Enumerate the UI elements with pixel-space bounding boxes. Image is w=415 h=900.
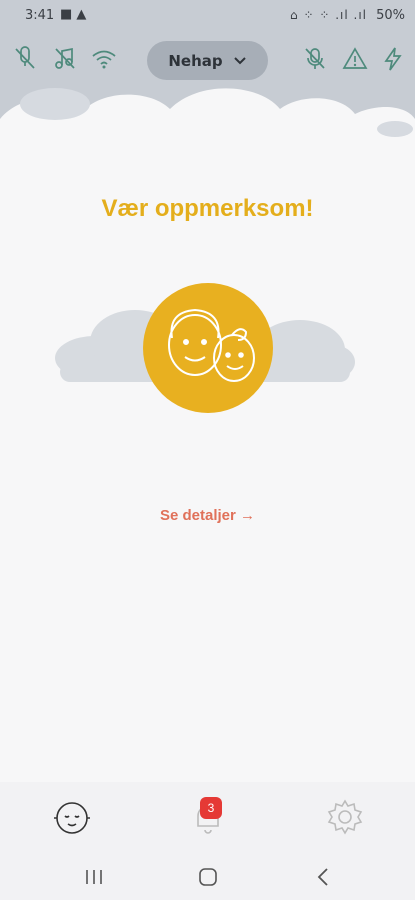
device-selector-label: Nehap	[168, 51, 223, 70]
lightning-icon[interactable]	[380, 46, 406, 72]
system-navigation-bar	[0, 854, 415, 900]
see-details-link[interactable]: Se detaljer →	[0, 507, 415, 524]
baby-face-icon[interactable]	[50, 796, 94, 840]
microphone-off-icon[interactable]	[12, 46, 38, 72]
home-icon[interactable]	[196, 866, 220, 888]
status-time: 3:41	[25, 8, 55, 23]
music-note-off-icon[interactable]	[52, 46, 78, 72]
status-right-icons: ⌂ ⁘ ⁘ .ıl .ıl	[290, 8, 367, 22]
warning-icon[interactable]	[342, 46, 368, 72]
wifi-icon[interactable]	[91, 46, 117, 72]
hero-illustration	[50, 280, 360, 420]
status-bar: 3:41 ■ ▲ ⌂ ⁘ ⁘ .ıl .ıl 50%	[0, 0, 415, 34]
back-icon[interactable]	[312, 866, 336, 888]
gear-icon[interactable]	[323, 795, 367, 839]
recent-apps-icon[interactable]	[82, 866, 106, 888]
battery-level: 50%	[376, 8, 405, 23]
device-selector[interactable]: Nehap	[147, 41, 268, 80]
chevron-down-icon	[233, 56, 246, 64]
alert-title: Vær oppmerksom!	[101, 195, 314, 222]
notifications-badge: 3	[200, 797, 222, 819]
status-left-icons: ■ ▲	[60, 7, 87, 22]
mic-off-icon[interactable]	[302, 46, 328, 72]
